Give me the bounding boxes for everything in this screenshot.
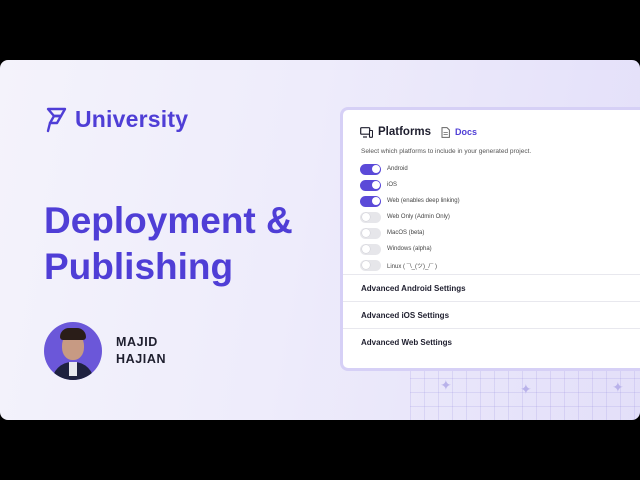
toggle-knob bbox=[371, 181, 380, 189]
panel-description: Select which platforms to include in you… bbox=[361, 148, 532, 155]
platform-toggle[interactable] bbox=[360, 211, 381, 223]
platform-item: Web Only (Admin Only) bbox=[360, 209, 640, 225]
platform-toggle[interactable] bbox=[360, 259, 381, 271]
platforms-panel: Platforms Docs Select which platforms to… bbox=[340, 107, 640, 371]
toggle-knob bbox=[361, 229, 370, 237]
presenter: MAJID HAJIAN bbox=[44, 322, 166, 380]
document-icon[interactable] bbox=[441, 126, 450, 138]
platform-item: Windows (alpha) bbox=[360, 241, 640, 257]
platform-item: Linux ( ¯\_(ツ)_/¯ ) bbox=[360, 257, 640, 273]
slide-canvas: ✦ ✦ ✦ University Deployment & Publishing… bbox=[0, 60, 640, 420]
platform-item: Android bbox=[360, 161, 640, 177]
platform-toggle[interactable] bbox=[360, 163, 381, 175]
toggle-knob bbox=[371, 197, 380, 205]
platform-list: Android iOS Web (enables deep linking) Web … bbox=[360, 161, 640, 273]
brand: University bbox=[45, 106, 188, 133]
toggle-knob bbox=[371, 165, 380, 173]
avatar bbox=[44, 322, 102, 380]
advanced-settings-section[interactable]: Advanced iOS Settings bbox=[343, 301, 640, 328]
platform-label: MacOS (beta) bbox=[387, 230, 425, 236]
sparkle-icon: ✦ bbox=[520, 381, 532, 397]
platform-label: Web (enables deep linking) bbox=[387, 198, 460, 204]
presenter-last-name: HAJIAN bbox=[116, 352, 167, 366]
platform-item: MacOS (beta) bbox=[360, 225, 640, 241]
page-title: Deployment & Publishing bbox=[44, 198, 293, 290]
platform-item: iOS bbox=[360, 177, 640, 193]
presenter-first-name: MAJID bbox=[116, 335, 158, 349]
platform-toggle[interactable] bbox=[360, 179, 381, 191]
sparkle-icon: ✦ bbox=[440, 377, 452, 393]
brand-name: University bbox=[75, 106, 189, 132]
platform-item: Web (enables deep linking) bbox=[360, 193, 640, 209]
advanced-settings-list: Advanced Android Settings Advanced iOS Se… bbox=[343, 274, 640, 355]
panel-header: Platforms Docs bbox=[343, 110, 640, 138]
panel-title: Platforms bbox=[378, 126, 432, 138]
advanced-settings-section[interactable]: Advanced Web Settings bbox=[343, 328, 640, 355]
platform-toggle[interactable] bbox=[360, 195, 381, 207]
docs-link[interactable]: Docs bbox=[455, 127, 477, 137]
sparkle-icon: ✦ bbox=[612, 379, 624, 395]
presenter-name: MAJID HAJIAN bbox=[116, 334, 166, 368]
toggle-knob bbox=[361, 261, 370, 269]
title-line-2: Publishing bbox=[44, 246, 234, 287]
platform-label: iOS bbox=[387, 182, 398, 188]
university-logo-icon bbox=[46, 107, 67, 132]
title-line-1: Deployment & bbox=[44, 200, 293, 241]
advanced-settings-section[interactable]: Advanced Android Settings bbox=[343, 274, 640, 301]
platform-toggle[interactable] bbox=[360, 243, 381, 255]
platform-label: Android bbox=[387, 166, 408, 172]
platform-label: Windows (alpha) bbox=[387, 246, 432, 252]
toggle-knob bbox=[361, 245, 370, 253]
platform-label: Linux ( ¯\_(ツ)_/¯ ) bbox=[387, 263, 437, 270]
platform-label: Web Only (Admin Only) bbox=[387, 214, 450, 220]
platform-toggle[interactable] bbox=[360, 227, 381, 239]
monitor-phone-icon bbox=[360, 126, 373, 138]
toggle-knob bbox=[361, 213, 370, 221]
